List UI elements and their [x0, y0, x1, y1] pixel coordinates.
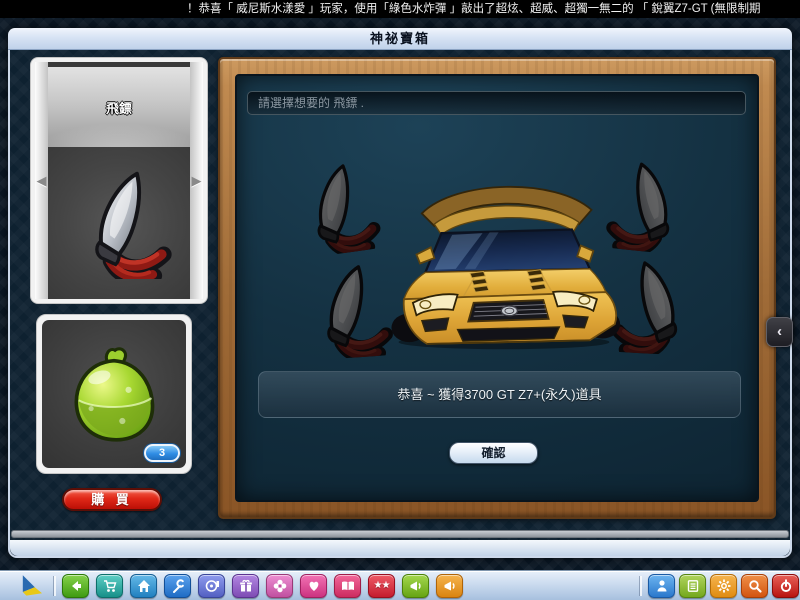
dart-item-image: [63, 167, 175, 279]
panel-collapse-handle[interactable]: ‹: [766, 317, 793, 347]
back-button[interactable]: [62, 574, 89, 598]
heart-button[interactable]: [300, 574, 327, 598]
list-icon: [687, 580, 698, 592]
item-category-label: 飛鏢: [105, 100, 132, 116]
shop-item-slot: 3: [42, 320, 186, 468]
item-preview-display: [48, 147, 190, 299]
taskbar-separator-right: [640, 576, 642, 596]
quest-list-button[interactable]: [679, 574, 706, 598]
search-button[interactable]: [741, 574, 768, 598]
window-title: 神祕寶箱: [369, 31, 430, 46]
shopping-cart-icon: [103, 580, 116, 592]
window-titlebar: 神祕寶箱: [8, 28, 792, 50]
person-icon: [657, 580, 666, 592]
window-bottom-divider: [11, 530, 789, 538]
home-icon: [137, 580, 150, 592]
carousel-next-button[interactable]: ▶: [192, 173, 202, 189]
carousel-left-rail: ◀: [35, 62, 48, 299]
power-icon: [780, 579, 791, 592]
gift-button[interactable]: [232, 574, 259, 598]
window-footer: [10, 540, 790, 556]
carousel-prev-button[interactable]: ◀: [37, 173, 47, 189]
item-count: 3: [158, 447, 166, 459]
profile-button[interactable]: [648, 574, 675, 598]
search-icon: [748, 580, 762, 593]
item-preview-panel: ◀ 飛鏢 ▶: [30, 57, 208, 304]
result-message: 恭喜 ~ 獲得3700 GT Z7+(永久)道具: [397, 387, 602, 402]
taskbar-separator-left: [54, 576, 56, 596]
gear-icon: [717, 579, 730, 593]
carousel-right-rail: ▶: [190, 62, 203, 299]
book-icon: [341, 581, 354, 591]
announcement-text: ！恭喜「 威尼斯水漾愛 」玩家，使用「綠色水炸彈 」敲出了超炫、超威、超獨一無二…: [187, 3, 761, 15]
manual-button[interactable]: [334, 574, 361, 598]
item-category-header: 飛鏢: [48, 67, 190, 147]
gold-car-image: [391, 185, 621, 350]
pinwheel-icon: [273, 579, 286, 593]
item-count-badge: 3: [144, 444, 180, 462]
shop-item-panel[interactable]: 3: [36, 314, 192, 474]
confirm-button[interactable]: 確認: [449, 442, 538, 464]
gift-icon: [239, 579, 252, 592]
dart-select-dropdown[interactable]: 請選擇想要的 飛鏢 .: [247, 91, 746, 115]
back-arrow-icon: [71, 581, 81, 591]
green-water-bomb-icon: [74, 347, 155, 442]
carousel-center: 飛鏢: [48, 62, 190, 299]
ranking-button[interactable]: ★★: [368, 574, 395, 598]
records-button[interactable]: [198, 574, 225, 598]
notice-button[interactable]: [402, 574, 429, 598]
options-button[interactable]: [710, 574, 737, 598]
pinwheel-button[interactable]: [266, 574, 293, 598]
exit-button[interactable]: [772, 574, 799, 598]
announcement-bar: ！恭喜「 威尼斯水漾愛 」玩家，使用「綠色水炸彈 」敲出了超炫、超威、超獨一無二…: [0, 0, 800, 18]
game-logo-icon: [22, 575, 42, 596]
result-message-panel: 恭喜 ~ 獲得3700 GT Z7+(永久)道具: [258, 371, 741, 418]
event-button[interactable]: [436, 574, 463, 598]
shop-button[interactable]: [96, 574, 123, 598]
taskbar: ★★: [0, 570, 800, 600]
settings-wrench-button[interactable]: [164, 574, 191, 598]
wrench-icon: [172, 579, 184, 593]
megaphone-icon: [410, 581, 421, 591]
game-screen: ！恭喜「 威尼斯水漾愛 」玩家，使用「綠色水炸彈 」敲出了超炫、超威、超獨一無二…: [0, 0, 800, 600]
stars-icon: ★★: [373, 580, 391, 591]
buy-button[interactable]: 購 買: [62, 488, 162, 511]
home-button[interactable]: [130, 574, 157, 598]
megaphone-icon: [444, 581, 455, 591]
heart-icon: [309, 581, 318, 591]
disc-icon: [205, 580, 219, 592]
